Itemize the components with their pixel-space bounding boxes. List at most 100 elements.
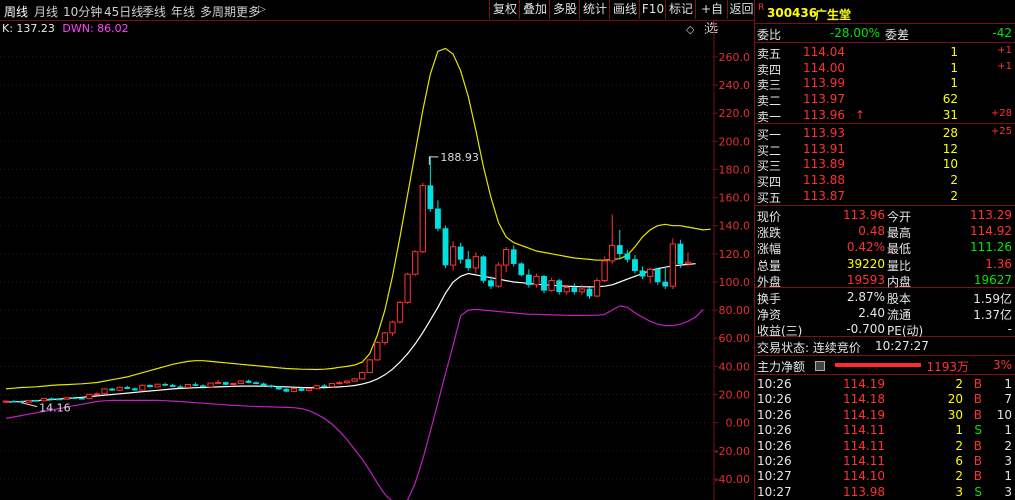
stat-value: 39220 [846,256,885,271]
main-flow-value: 1193万 [926,360,969,374]
tab-weekly[interactable]: 周线 [4,3,28,20]
mark-button[interactable]: 标记 [665,0,696,19]
candle [207,382,214,388]
ask-change: +1 [997,60,1012,72]
low-label: 14.16 [39,402,71,415]
adjust-button[interactable]: 复权 [489,0,520,19]
tick-row[interactable]: 10:27 114.10 2 B 1 [755,468,1015,484]
tick-row[interactable]: 10:27 113.98 3 S 3 [755,484,1015,500]
expand-icon[interactable]: ⋮ [700,23,711,36]
ask-row[interactable]: 卖五 114.04 1 +1 [755,44,1015,61]
tick-price: 114.19 [843,377,885,391]
candle [305,388,313,392]
candle [48,397,55,400]
fund-row: 换手 2.87% 股本 1.59亿 [755,289,1015,306]
tick-row[interactable]: 10:26 114.11 1 S 1 [755,422,1015,438]
back-button[interactable]: 返回 [727,0,755,19]
tick-row[interactable]: 10:26 114.11 6 B 3 [755,453,1015,469]
ask-row[interactable]: 卖二 113.97 62 [755,91,1015,108]
tab-multi-period[interactable]: 多周期 [200,3,236,20]
tick-row[interactable]: 10:26 114.19 2 B 1 [755,376,1015,392]
candle [343,380,351,384]
indicator-k-value: K: 137.23 [2,22,55,35]
candle [260,382,267,387]
bid-row[interactable]: 买二 113.91 12 [755,141,1015,158]
candle [230,382,237,386]
diamond-icon[interactable]: ◇ [686,23,694,36]
candle [374,341,381,361]
ask-row[interactable]: 卖四 114.00 1 +1 [755,60,1015,77]
statistics-button[interactable]: 统计 [579,0,610,19]
tick-row[interactable]: 10:26 114.19 30 B 10 [755,407,1015,423]
candle [480,255,487,284]
ask-row[interactable]: 卖三 113.99 1 [755,75,1015,92]
tick-side: B [973,454,982,468]
candle [586,287,593,299]
period-toolbar: 周线 月线 10分钟 45日线 季线 年线 多周期 更多 ▷ 复权 叠加 多股 … [0,0,755,35]
add-watchlist-button[interactable]: +自选 [695,0,728,35]
bid-row[interactable]: 买三 113.89 10 [755,156,1015,173]
high-label: 188.93 [440,151,479,164]
trade-status-label: 交易状态: 连续竞价 [757,341,861,355]
stat-value: 113.29 [970,208,1012,222]
bid-row[interactable]: 买四 113.88 2 [755,172,1015,189]
tick-count: 1 [1004,469,1012,484]
tick-price: 113.98 [843,484,885,499]
tab-quarterly[interactable]: 季线 [142,3,166,20]
bid-row[interactable]: 买一 113.93 28 +25 [755,125,1015,142]
order-ratio-label: 委比 [757,28,782,42]
kline-chart[interactable]: 260.0 240.0 220.0 200.0 180.0 160.0 140.0 120.0… [0,21,754,500]
candle [124,385,131,390]
tick-side: B [973,392,982,407]
stat-label: 外盘 [757,274,782,289]
order-diff-value: -42 [992,26,1012,40]
tab-yearly[interactable]: 年线 [171,3,195,20]
more-arrow-icon[interactable]: ▷ [258,4,266,15]
tick-count: 10 [996,407,1012,422]
stat-value: 19593 [846,272,885,287]
tick-time: 10:26 [757,407,792,422]
tab-more[interactable]: 更多 [236,3,260,20]
tick-row[interactable]: 10:26 114.18 20 B 7 [755,391,1015,407]
fund-row: 净资 2.40 流通 1.37亿 [755,305,1015,322]
tab-10min[interactable]: 10分钟 [63,3,102,20]
lower-band-line [5,305,704,500]
candle [63,397,70,400]
bid-row[interactable]: 买五 113.87 2 [755,188,1015,205]
candle [351,378,358,382]
indicator-legend: K: 137.23 DWN: 86.02 [2,22,129,35]
bid-price: 113.89 [803,157,845,172]
fund-value: -0.700 [846,322,885,337]
low-marker [21,402,38,408]
ask-arrow-icon: ↑ [855,107,866,122]
tick-row[interactable]: 10:26 114.11 2 B 2 [755,438,1015,454]
candle [366,358,373,374]
tick-volume: 6 [955,454,963,468]
candle [381,331,389,345]
stat-row: 总量 39220 量比 1.36 [755,256,1015,273]
candle [427,156,434,212]
tick-time: 10:27 [757,469,792,484]
candle [237,380,245,385]
overlay-button[interactable]: 叠加 [519,0,550,19]
tick-count: 3 [1004,454,1012,468]
bid-price: 113.88 [803,173,845,188]
multi-stock-button[interactable]: 多股 [549,0,580,19]
flow-toggle-icon[interactable] [815,361,825,371]
tab-45day[interactable]: 45日线 [104,3,143,20]
draw-line-button[interactable]: 画线 [609,0,640,19]
tick-volume: 2 [955,377,963,391]
mid-line [5,263,696,403]
candle [313,385,320,390]
candle [632,255,638,274]
bid-volume: 12 [942,141,958,156]
tick-volume: 3 [955,484,963,499]
candle [162,382,169,386]
f10-button[interactable]: F10 [639,0,666,19]
tick-time: 10:26 [757,392,792,407]
tick-time: 10:26 [757,377,792,391]
stat-value: 19627 [973,272,1012,287]
tab-monthly[interactable]: 月线 [34,3,58,20]
ask-row[interactable]: 卖一 113.96 ↑ 31 +28 [755,107,1015,124]
bid-price: 113.87 [803,188,845,203]
